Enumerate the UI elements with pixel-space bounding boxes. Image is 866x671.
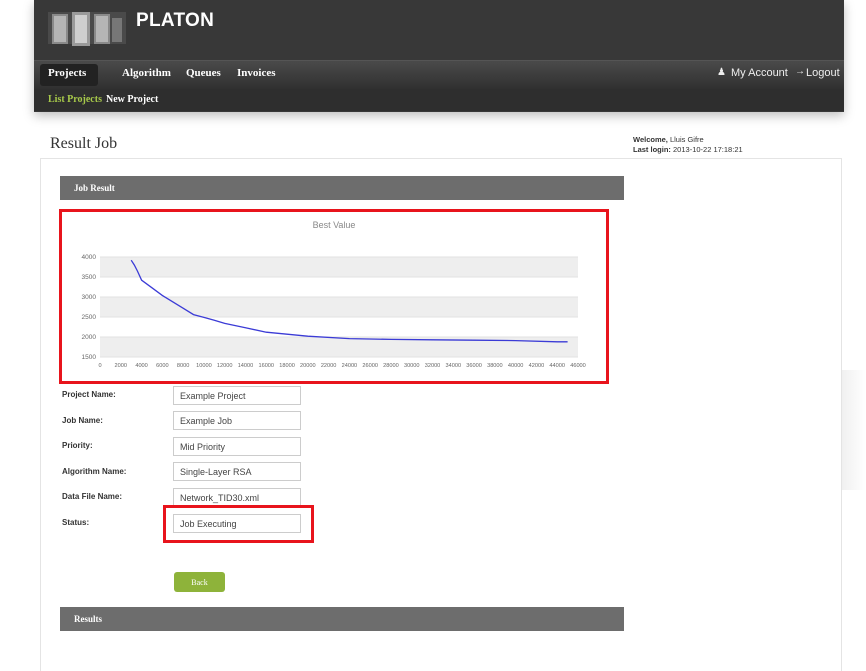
best-value-chart: 1500200025003000350040000 2000 4000 6000 800… — [82, 254, 586, 369]
x-tick-label: 34000 — [446, 363, 462, 369]
x-tick-label: 30000 — [404, 363, 420, 369]
x-tick-label: 28000 — [383, 363, 399, 369]
grid-band — [100, 257, 578, 277]
project-name-field[interactable]: Example Project — [173, 386, 301, 405]
x-tick-label: 12000 — [217, 363, 233, 369]
last-login-value: 2013-10-22 17:18:21 — [673, 145, 743, 154]
algorithm-name-label: Algorithm Name: — [62, 467, 127, 476]
sub-nav: List Projects New Project — [34, 89, 844, 111]
algorithm-name-field[interactable]: Single-Layer RSA — [173, 462, 301, 481]
chart-highlight-box: Best Value 1500 2000 2500 3000 3500 4000 0 2000… — [59, 209, 609, 384]
user-icon: ♟ — [717, 67, 726, 78]
x-tick-label: 38000 — [487, 363, 503, 369]
y-tick-label: 2500 — [82, 314, 97, 321]
my-account-link[interactable]: My Account — [731, 67, 788, 79]
subnav-new-project[interactable]: New Project — [106, 94, 158, 105]
page-shadow — [842, 370, 866, 490]
nav-projects[interactable]: Projects — [48, 67, 86, 79]
x-tick-label: 16000 — [258, 363, 274, 369]
status-field[interactable]: Job Executing — [173, 514, 301, 533]
priority-field[interactable]: Mid Priority — [173, 437, 301, 456]
logout-icon: → — [795, 66, 805, 77]
logo[interactable] — [48, 8, 126, 48]
x-tick-label: 8000 — [177, 363, 189, 369]
x-tick-label: 44000 — [549, 363, 565, 369]
x-tick-label: 6000 — [156, 363, 168, 369]
x-tick-label: 24000 — [342, 363, 358, 369]
x-tick-label: 32000 — [425, 363, 441, 369]
nav-invoices[interactable]: Invoices — [237, 67, 276, 79]
x-tick-label: 42000 — [529, 363, 545, 369]
priority-label: Priority: — [62, 441, 93, 450]
subnav-list-projects[interactable]: List Projects — [48, 94, 102, 105]
job-name-label: Job Name: — [62, 416, 103, 425]
nav-algorithm[interactable]: Algorithm — [122, 67, 171, 79]
welcome-info: Welcome, Lluis Gifre Last login: 2013-10… — [633, 135, 743, 155]
y-tick-label: 1500 — [82, 354, 97, 361]
x-tick-label: 36000 — [466, 363, 482, 369]
x-tick-label: 10000 — [196, 363, 212, 369]
x-tick-label: 20000 — [300, 363, 316, 369]
y-tick-label: 4000 — [82, 254, 97, 261]
project-name-label: Project Name: — [62, 390, 116, 399]
x-tick-label: 26000 — [362, 363, 378, 369]
job-result-header: Job Result — [60, 176, 624, 200]
logout-link[interactable]: Logout — [806, 67, 840, 79]
user-name: Lluis Gifre — [669, 135, 704, 144]
x-tick-label: 2000 — [115, 363, 127, 369]
x-tick-label: 18000 — [279, 363, 295, 369]
x-tick-label: 22000 — [321, 363, 337, 369]
grid-band — [100, 297, 578, 317]
x-tick-label: 0 — [98, 363, 101, 369]
results-header: Results — [60, 607, 624, 631]
page-title: Result Job — [50, 135, 118, 152]
back-button[interactable]: Back — [174, 572, 225, 592]
y-tick-label: 2000 — [82, 334, 97, 341]
x-tick-label: 40000 — [508, 363, 524, 369]
main-nav: Projects Algorithm Queues Invoices ♟ My … — [34, 60, 844, 89]
y-tick-label: 3000 — [82, 294, 97, 301]
x-tick-label: 4000 — [135, 363, 147, 369]
job-name-field[interactable]: Example Job — [173, 411, 301, 430]
nav-queues[interactable]: Queues — [186, 67, 221, 79]
welcome-label: Welcome, — [633, 135, 668, 144]
data-file-label: Data File Name: — [62, 492, 123, 501]
server-rack-icon — [48, 12, 126, 46]
status-label: Status: — [62, 518, 90, 527]
y-tick-label: 3500 — [82, 274, 97, 281]
brand-name[interactable]: PLATON — [136, 10, 214, 32]
x-tick-label: 14000 — [238, 363, 254, 369]
last-login-label: Last login: — [633, 145, 671, 154]
x-tick-label: 46000 — [570, 363, 586, 369]
